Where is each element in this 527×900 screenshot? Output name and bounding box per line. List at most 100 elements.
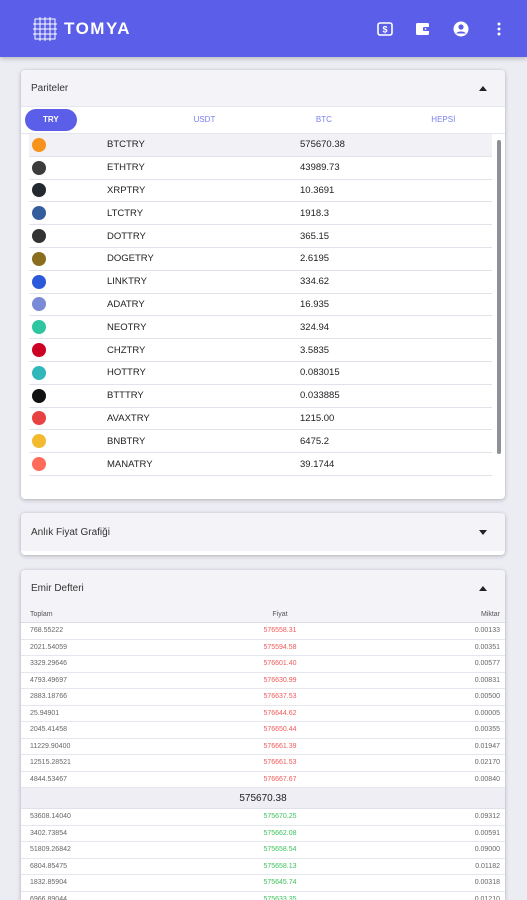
pair-price: 1918.3 [300, 207, 330, 219]
bid-row[interactable]: 6804.85475 575658.13 0.01182 [21, 859, 505, 875]
pair-list[interactable]: BTCTRY 575670.38 ETHTRY 43989.73 XRPTRY 10.36… [21, 134, 505, 498]
pairs-card: Pariteler TRY USDT BTC HEPSİ BTCTRY 57567… [21, 70, 505, 499]
app-header: TOMYA $ [0, 0, 527, 57]
order-book-title: Emir Defteri [31, 582, 84, 594]
chevron-up-icon[interactable] [471, 585, 495, 591]
bid-row[interactable]: 6966.89044 575633.35 0.01210 [21, 892, 505, 900]
price-chart-card: Anlık Fiyat Grafiği [21, 513, 505, 555]
pair-price: 6475.2 [300, 435, 330, 447]
pair-row[interactable]: NEOTRY 324.94 [29, 316, 492, 340]
order-amount: 0.01947 [474, 742, 500, 750]
chevron-up-icon[interactable] [471, 85, 495, 91]
chart-header[interactable]: Anlık Fiyat Grafiği [21, 513, 505, 551]
order-price: 576661.39 [263, 742, 297, 750]
pair-symbol: LINKTRY [107, 276, 147, 288]
order-price: 576650.44 [263, 726, 297, 734]
order-price: 576630.99 [263, 676, 297, 684]
pair-row[interactable]: LTCTRY 1918.3 [29, 202, 492, 226]
tab-btc[interactable]: BTC [264, 109, 383, 131]
pair-symbol: LTCTRY [107, 207, 144, 219]
order-price: 575658.54 [263, 846, 297, 854]
mana-coin-icon [32, 457, 46, 472]
order-total: 2045.41458 [30, 726, 67, 734]
pair-row[interactable]: XRPTRY 10.3691 [29, 180, 492, 203]
order-total: 2021.54059 [30, 643, 67, 651]
pair-row[interactable]: BNBTRY 6475.2 [29, 430, 492, 454]
pair-row[interactable]: HOTTRY 0.083015 [29, 362, 492, 385]
bid-row[interactable]: 1832.85904 575645.74 0.00318 [21, 875, 505, 892]
pair-row[interactable]: DOTTRY 365.15 [29, 225, 492, 248]
order-price: 576558.31 [263, 627, 297, 635]
pair-row[interactable]: LINKTRY 334.62 [29, 271, 492, 294]
order-price: 575594.58 [263, 643, 297, 651]
order-amount: 0.00500 [474, 693, 500, 701]
tab-usdt[interactable]: USDT [145, 109, 264, 131]
logo-icon [32, 16, 58, 42]
pair-price: 0.033885 [300, 390, 340, 402]
order-price: 575645.74 [263, 879, 297, 887]
order-price: 576637.53 [263, 693, 297, 701]
order-price: 575658.13 [263, 862, 297, 870]
column-price: Fiyat [272, 610, 288, 618]
logo[interactable]: TOMYA [32, 16, 131, 42]
wallet-icon[interactable] [413, 19, 433, 39]
ask-row[interactable]: 12515.28521 576661.53 0.02170 [21, 755, 505, 772]
pair-price: 3.5835 [300, 344, 330, 356]
ask-row[interactable]: 3329.29646 576601.40 0.00577 [21, 656, 505, 673]
pair-row[interactable]: ADATRY 16.935 [29, 294, 492, 317]
order-total: 25.94901 [30, 709, 60, 717]
ask-row[interactable]: 4844.53467 576667.67 0.00840 [21, 772, 505, 788]
pair-row[interactable]: MANATRY 39.1744 [29, 453, 492, 476]
chevron-down-icon[interactable] [471, 529, 495, 535]
avax-coin-icon [32, 411, 46, 426]
bid-row[interactable]: 3402.73854 575662.08 0.00591 [21, 826, 505, 842]
pair-row[interactable]: AVAXTRY 1215.00 [29, 408, 492, 431]
pair-symbol: BTTTRY [107, 390, 144, 402]
pair-row[interactable]: BTTTRY 0.033885 [29, 385, 492, 408]
pair-price: 39.1744 [300, 458, 335, 470]
more-vert-icon[interactable] [489, 19, 509, 39]
order-total: 53608.14040 [30, 813, 71, 821]
tab-all[interactable]: HEPSİ [384, 109, 503, 131]
ask-row[interactable]: 768.55222 576558.31 0.00133 [21, 623, 505, 640]
pair-price: 2.6195 [300, 253, 330, 265]
order-total: 2883.18766 [30, 693, 67, 701]
pair-price: 0.083015 [300, 367, 340, 379]
order-total: 11229.90400 [30, 742, 71, 750]
order-book-header[interactable]: Emir Defteri [21, 570, 505, 606]
order-amount: 0.02170 [474, 759, 500, 767]
scrollbar[interactable] [497, 140, 501, 454]
order-total: 4793.49697 [30, 676, 67, 684]
pair-symbol: AVAXTRY [107, 412, 150, 424]
ask-row[interactable]: 2883.18766 576637.53 0.00500 [21, 689, 505, 706]
bid-row[interactable]: 51809.26842 575658.54 0.09000 [21, 842, 505, 859]
order-total: 1832.85904 [30, 879, 67, 887]
svg-text:$: $ [382, 24, 387, 34]
order-amount: 0.00355 [474, 726, 500, 734]
tab-try[interactable]: TRY [25, 109, 77, 131]
mid-price: 575670.38 [21, 788, 505, 809]
hot-coin-icon [32, 365, 46, 380]
pair-row[interactable]: DOGETRY 2.6195 [29, 248, 492, 271]
neo-coin-icon [32, 320, 46, 335]
pair-symbol: ADATRY [107, 298, 145, 310]
dollar-icon[interactable]: $ [375, 19, 395, 39]
ask-row[interactable]: 4793.49697 576630.99 0.00831 [21, 673, 505, 689]
pair-row[interactable]: CHZTRY 3.5835 [29, 339, 492, 362]
pair-row[interactable]: ETHTRY 43989.73 [29, 157, 492, 180]
ask-row[interactable]: 2045.41458 576650.44 0.00355 [21, 722, 505, 739]
order-total: 6966.89044 [30, 895, 67, 900]
pair-price: 365.15 [300, 230, 330, 242]
account-icon[interactable] [451, 19, 471, 39]
pair-symbol: BTCTRY [107, 139, 145, 151]
ask-row[interactable]: 11229.90400 576661.39 0.01947 [21, 739, 505, 755]
ask-row[interactable]: 2021.54059 575594.58 0.00351 [21, 640, 505, 656]
pair-price: 575670.38 [300, 139, 345, 151]
pair-row[interactable]: BTCTRY 575670.38 [29, 134, 492, 157]
pair-symbol: BNBTRY [107, 435, 146, 447]
order-price: 576601.40 [263, 660, 297, 668]
bid-row[interactable]: 53608.14040 575670.25 0.09312 [21, 809, 505, 826]
pairs-header[interactable]: Pariteler [21, 70, 505, 106]
ask-row[interactable]: 25.94901 576644.62 0.00005 [21, 706, 505, 722]
order-amount: 0.01210 [474, 895, 500, 900]
